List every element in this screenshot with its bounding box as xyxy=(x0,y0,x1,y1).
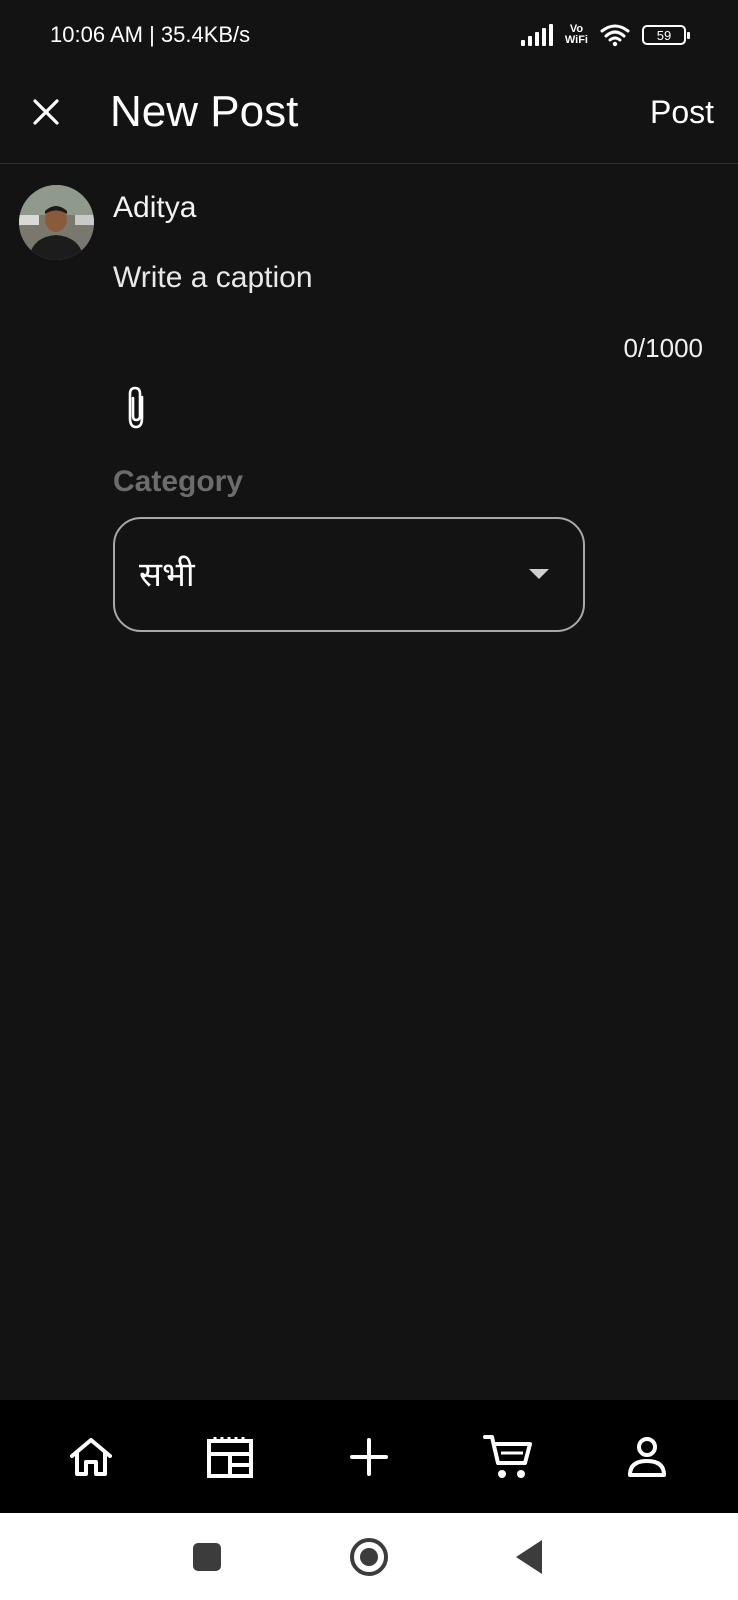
app-bar: New Post Post xyxy=(0,70,738,164)
category-label: Category xyxy=(113,465,244,498)
dropdown-arrow-icon xyxy=(529,569,549,579)
paperclip-icon xyxy=(128,386,144,429)
cart-icon xyxy=(482,1434,532,1478)
home-icon xyxy=(70,1437,113,1476)
nav-profile-button[interactable] xyxy=(612,1422,682,1492)
nav-feed-button[interactable] xyxy=(195,1422,265,1492)
battery-icon: 59 xyxy=(642,25,690,45)
system-nav-bar xyxy=(0,1513,738,1600)
status-bar: 10:06 AM | 35.4KB/s Vo WiFi 59 xyxy=(0,0,738,70)
nav-add-button[interactable] xyxy=(334,1422,404,1492)
caption-input[interactable]: Write a caption xyxy=(113,258,703,302)
page-title: New Post xyxy=(110,87,299,136)
vowifi-bottom-text: WiFi xyxy=(564,34,588,46)
wifi-icon xyxy=(600,24,630,47)
user-name: Aditya xyxy=(113,191,197,224)
status-time: 10:06 AM | 35.4KB/s xyxy=(50,22,251,47)
plus-icon xyxy=(349,1437,388,1476)
close-button[interactable] xyxy=(26,92,66,132)
avatar xyxy=(19,185,94,260)
signal-icon xyxy=(520,24,553,46)
profile-icon xyxy=(627,1436,666,1477)
category-selected-value: सभी xyxy=(139,555,195,595)
category-dropdown[interactable]: सभी xyxy=(113,517,585,632)
status-icons: Vo WiFi 59 xyxy=(520,23,690,47)
system-home-button[interactable] xyxy=(350,1538,388,1576)
bottom-nav xyxy=(0,1400,738,1513)
battery-level: 59 xyxy=(656,27,672,43)
feed-icon xyxy=(207,1436,254,1478)
attach-button[interactable] xyxy=(118,384,154,432)
recent-apps-button[interactable] xyxy=(193,1543,221,1571)
vowifi-icon: Vo WiFi xyxy=(565,24,588,46)
avatar-image xyxy=(19,185,94,260)
post-button[interactable]: Post xyxy=(650,90,714,134)
close-icon xyxy=(33,99,59,125)
home-dot-icon xyxy=(360,1548,378,1566)
system-back-button[interactable] xyxy=(516,1540,542,1574)
nav-home-button[interactable] xyxy=(56,1422,126,1492)
nav-cart-button[interactable] xyxy=(473,1422,543,1492)
char-count: 0/1000 xyxy=(623,333,703,363)
